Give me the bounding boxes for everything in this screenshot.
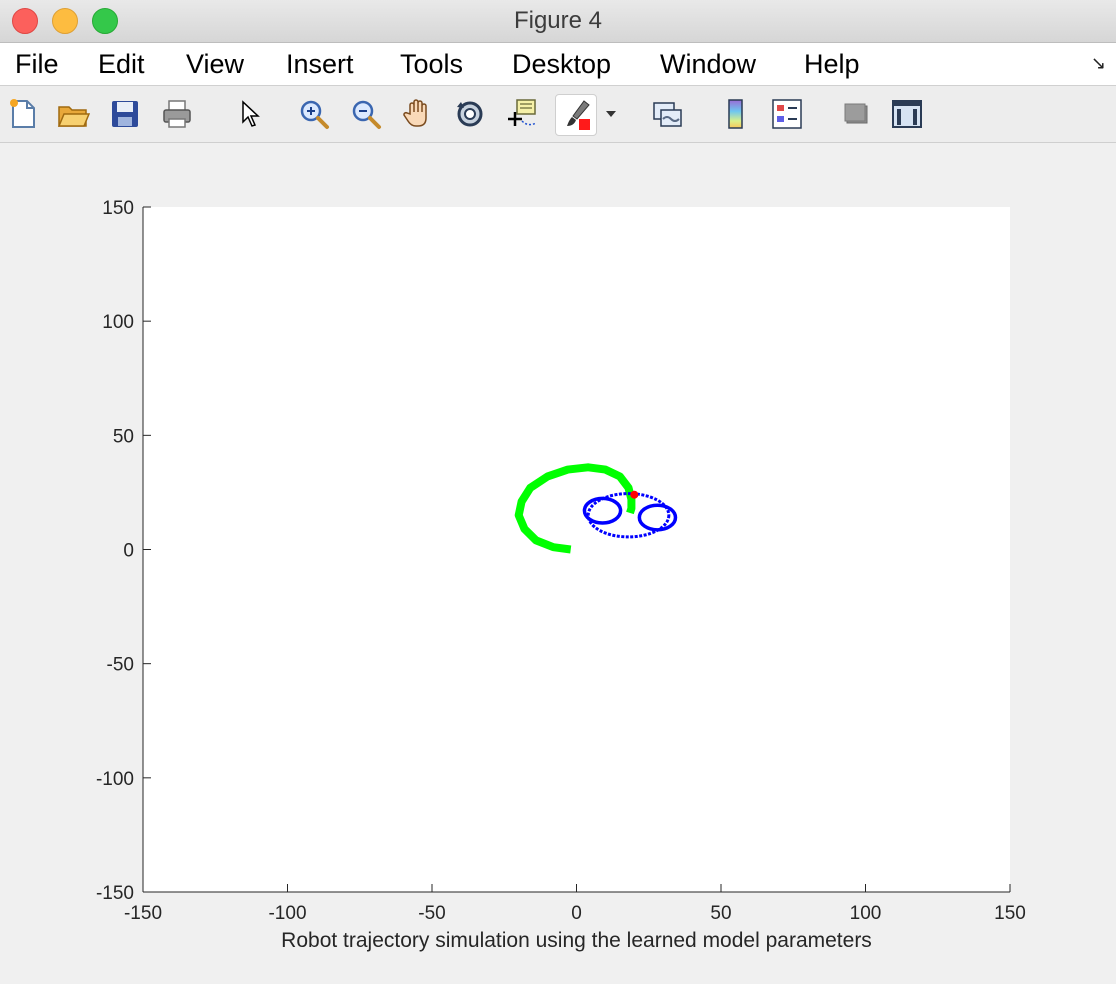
menu-tools[interactable]: Tools [400,43,463,85]
menu-window[interactable]: Window [660,43,756,85]
rotate-3d-icon[interactable] [450,94,490,134]
menu-insert[interactable]: Insert [286,43,354,85]
y-tick-label: 150 [102,198,134,219]
y-tick-label: 0 [123,541,134,562]
x-tick-label: -50 [418,903,445,924]
menu-view[interactable]: View [186,43,244,85]
print-icon[interactable] [157,94,197,134]
zoom-in-icon[interactable] [294,94,334,134]
menu-edit[interactable]: Edit [98,43,145,85]
legend-icon[interactable] [767,94,807,134]
title-bar[interactable]: Figure 4 [0,0,1116,43]
menu-help[interactable]: Help [804,43,860,85]
menu-bar: File Edit View Insert Tools Desktop Wind… [0,43,1116,86]
y-tick-label: 100 [102,312,134,333]
brush-icon[interactable] [555,94,597,136]
y-tick-label: -100 [96,769,134,790]
figure-plot-area[interactable]: -150 -100 -50 0 50 100 150 150 100 50 0 -50 -100 -150… [0,143,1116,984]
pan-hand-icon[interactable] [398,94,438,134]
link-plot-icon[interactable] [647,94,687,134]
zoom-out-icon[interactable] [346,94,386,134]
show-plot-tools-icon[interactable] [887,94,927,134]
robot-heading-marker [630,490,639,499]
edit-plot-cursor-icon[interactable] [228,94,268,134]
figure-toolbar [0,86,1116,143]
x-axis-label: Robot trajectory simulation using the le… [281,929,872,952]
menu-desktop[interactable]: Desktop [512,43,611,85]
y-tick-label: 50 [113,426,134,447]
x-tick-label: 50 [710,903,731,924]
dock-arrow-icon[interactable]: ↘ [1091,53,1106,74]
y-tick-label: -150 [96,883,134,904]
figure-window: Figure 4 File Edit View Insert Tools Des… [0,0,1116,984]
hide-plot-tools-icon[interactable] [836,94,876,134]
x-tick-label: -100 [268,903,306,924]
data-cursor-icon[interactable] [501,94,541,134]
window-title: Figure 4 [513,7,603,34]
x-tick-label: -150 [124,903,162,924]
axes[interactable]: -150 -100 -50 0 50 100 150 150 100 50 0 -50 -100 -150… [96,198,1026,952]
menu-file[interactable]: File [15,43,59,85]
colorbar-icon[interactable] [716,94,756,134]
open-file-icon[interactable] [53,94,93,134]
x-tick-label: 0 [571,903,582,924]
axes-box [143,207,1010,892]
save-icon[interactable] [105,94,145,134]
brush-dropdown-icon[interactable] [598,94,624,134]
new-figure-icon[interactable] [3,94,43,134]
x-tick-label: 100 [850,903,882,924]
y-tick-label: -50 [107,655,134,676]
x-tick-label: 150 [994,903,1026,924]
